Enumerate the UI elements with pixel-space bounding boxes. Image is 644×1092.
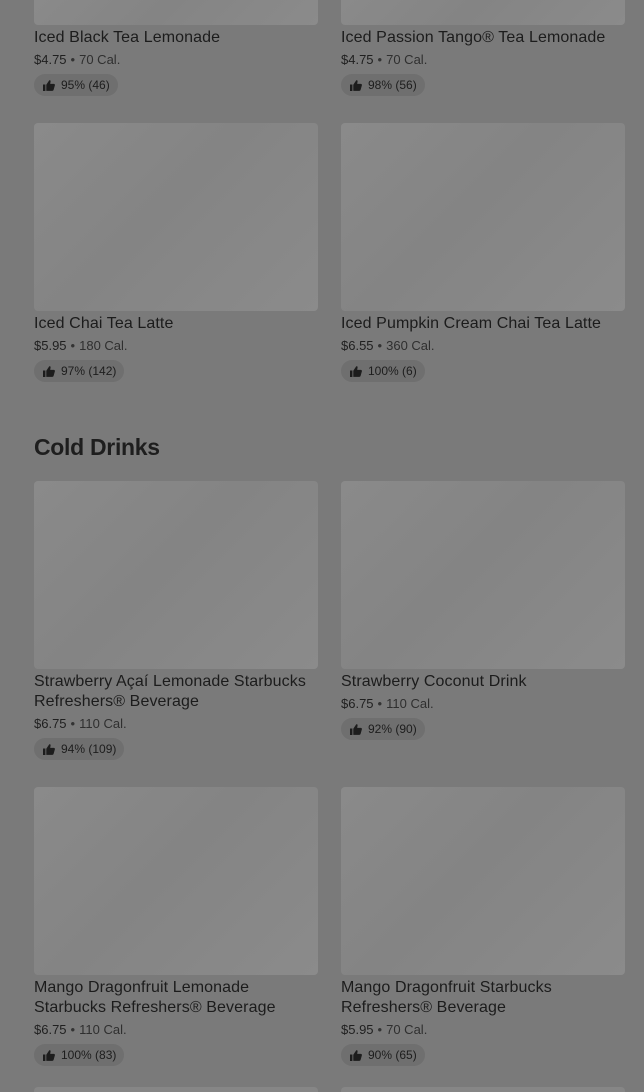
rating-text: 100% (83) bbox=[61, 1048, 117, 1062]
item-price: $5.95 bbox=[341, 1022, 374, 1037]
item-name: Iced Chai Tea Latte bbox=[34, 315, 174, 332]
item-meta: $6.75 • 110 Cal. bbox=[341, 696, 625, 712]
item-calories: 110 Cal. bbox=[386, 696, 434, 711]
separator: • bbox=[70, 52, 76, 67]
item-meta: $5.95 • 70 Cal. bbox=[341, 1022, 625, 1038]
item-calories: 70 Cal. bbox=[386, 1022, 428, 1037]
separator: • bbox=[70, 716, 76, 731]
menu-item-card[interactable]: Iced Passion Tango® Tea Lemonade $4.75 • 7… bbox=[341, 0, 625, 96]
separator: • bbox=[70, 338, 76, 353]
item-calories: 110 Cal. bbox=[79, 1022, 127, 1037]
item-meta: $4.75 • 70 Cal. bbox=[341, 52, 625, 68]
item-image bbox=[34, 481, 318, 669]
menu-item-card[interactable]: Strawberry Açaí Lemonade Starbucks Refre… bbox=[34, 481, 318, 760]
section-title-cold-drinks: Cold Drinks bbox=[34, 434, 160, 460]
item-price: $6.75 bbox=[34, 716, 67, 731]
item-image bbox=[34, 0, 318, 25]
next-card-image-edge bbox=[34, 1087, 318, 1092]
item-name: Mango Dragonfruit Lemonade Starbucks Ref… bbox=[34, 979, 276, 1016]
thumbs-up-icon bbox=[43, 365, 55, 377]
item-name: Mango Dragonfruit Starbucks Refreshers® … bbox=[341, 979, 552, 1016]
item-calories: 70 Cal. bbox=[386, 52, 428, 67]
rating-badge: 90% (65) bbox=[341, 1044, 425, 1066]
rating-text: 92% (90) bbox=[368, 722, 417, 736]
thumbs-up-icon bbox=[350, 365, 362, 377]
item-meta: $6.55 • 360 Cal. bbox=[341, 338, 625, 354]
separator: • bbox=[70, 1022, 76, 1037]
thumbs-up-icon bbox=[350, 79, 362, 91]
item-price: $4.75 bbox=[34, 52, 67, 67]
item-calories: 70 Cal. bbox=[79, 52, 121, 67]
rating-badge: 92% (90) bbox=[341, 718, 425, 740]
item-price: $5.95 bbox=[34, 338, 67, 353]
item-name: Strawberry Coconut Drink bbox=[341, 673, 527, 690]
separator: • bbox=[377, 1022, 383, 1037]
menu-item-card[interactable]: Mango Dragonfruit Starbucks Refreshers® … bbox=[341, 787, 625, 1066]
next-card-image-edge bbox=[341, 1087, 625, 1092]
item-meta: $5.95 • 180 Cal. bbox=[34, 338, 318, 354]
item-calories: 360 Cal. bbox=[386, 338, 435, 353]
rating-badge: 98% (56) bbox=[341, 74, 425, 96]
item-meta: $4.75 • 70 Cal. bbox=[34, 52, 318, 68]
menu-item-card[interactable]: Iced Black Tea Lemonade $4.75 • 70 Cal. 95… bbox=[34, 0, 318, 96]
rating-text: 97% (142) bbox=[61, 364, 117, 378]
item-meta: $6.75 • 110 Cal. bbox=[34, 716, 318, 732]
rating-badge: 97% (142) bbox=[34, 360, 125, 382]
item-name: Strawberry Açaí Lemonade Starbucks Refre… bbox=[34, 673, 306, 710]
menu-page: Iced Black Tea Lemonade $4.75 • 70 Cal. 95… bbox=[0, 0, 644, 1092]
item-calories: 180 Cal. bbox=[79, 338, 128, 353]
item-price: $6.75 bbox=[341, 696, 374, 711]
item-name: Iced Passion Tango® Tea Lemonade bbox=[341, 29, 606, 46]
menu-item-card[interactable]: Strawberry Coconut Drink $6.75 • 110 Cal. … bbox=[341, 481, 625, 740]
rating-badge: 95% (46) bbox=[34, 74, 118, 96]
item-meta: $6.75 • 110 Cal. bbox=[34, 1022, 318, 1038]
item-image bbox=[341, 0, 625, 25]
thumbs-up-icon bbox=[43, 743, 55, 755]
thumbs-up-icon bbox=[43, 79, 55, 91]
rating-text: 98% (56) bbox=[368, 78, 417, 92]
item-price: $4.75 bbox=[341, 52, 374, 67]
item-name: Iced Black Tea Lemonade bbox=[34, 29, 221, 46]
rating-text: 100% (6) bbox=[368, 364, 417, 378]
item-price: $6.55 bbox=[341, 338, 374, 353]
item-calories: 110 Cal. bbox=[79, 716, 127, 731]
thumbs-up-icon bbox=[350, 1049, 362, 1061]
rating-badge: 100% (6) bbox=[341, 360, 425, 382]
rating-badge: 100% (83) bbox=[34, 1044, 125, 1066]
item-image bbox=[341, 787, 625, 975]
item-image bbox=[34, 787, 318, 975]
menu-item-card[interactable]: Iced Chai Tea Latte $5.95 • 180 Cal. 97% (… bbox=[34, 123, 318, 382]
separator: • bbox=[377, 52, 383, 67]
separator: • bbox=[377, 696, 383, 711]
item-price: $6.75 bbox=[34, 1022, 67, 1037]
rating-text: 94% (109) bbox=[61, 742, 117, 756]
separator: • bbox=[377, 338, 383, 353]
thumbs-up-icon bbox=[43, 1049, 55, 1061]
rating-badge: 94% (109) bbox=[34, 738, 125, 760]
item-image bbox=[341, 123, 625, 311]
rating-text: 95% (46) bbox=[61, 78, 110, 92]
thumbs-up-icon bbox=[350, 723, 362, 735]
menu-item-card[interactable]: Iced Pumpkin Cream Chai Tea Latte $6.55 •… bbox=[341, 123, 625, 382]
item-image bbox=[341, 481, 625, 669]
rating-text: 90% (65) bbox=[368, 1048, 417, 1062]
item-name: Iced Pumpkin Cream Chai Tea Latte bbox=[341, 315, 602, 332]
menu-item-card[interactable]: Mango Dragonfruit Lemonade Starbucks Ref… bbox=[34, 787, 318, 1066]
item-image bbox=[34, 123, 318, 311]
